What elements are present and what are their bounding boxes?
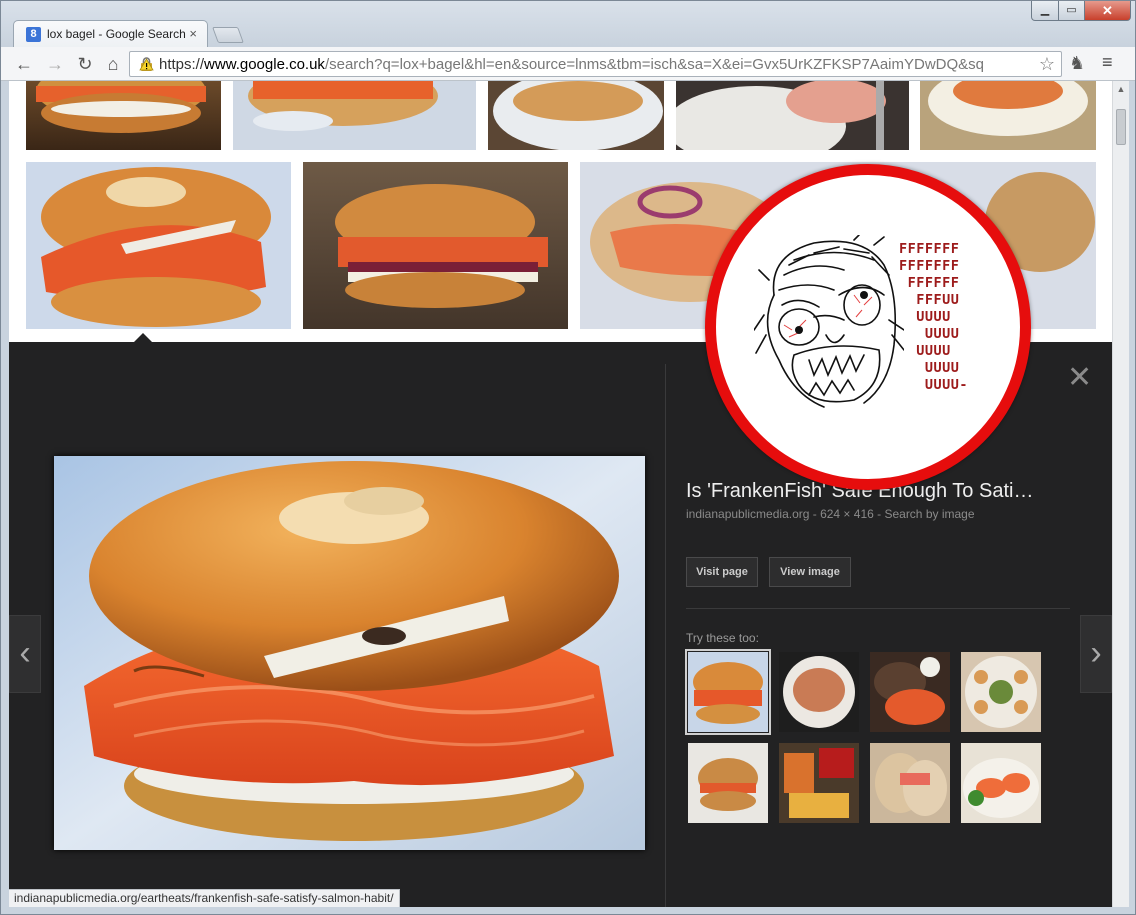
minimize-button[interactable]: ▁ xyxy=(1031,1,1059,21)
related-image[interactable] xyxy=(779,743,859,823)
related-image[interactable] xyxy=(688,743,768,823)
related-image[interactable] xyxy=(870,743,950,823)
minimize-icon: ▁ xyxy=(1040,4,1050,16)
close-window-button[interactable]: ✕ xyxy=(1084,1,1131,21)
detail-meta: indianapublicmedia.org - 624 × 416 - Sea… xyxy=(686,507,975,521)
related-image[interactable] xyxy=(870,652,950,732)
image-result[interactable] xyxy=(233,81,476,150)
rage-caption-line: UUUU xyxy=(899,360,960,376)
close-detail-icon[interactable]: ✕ xyxy=(1067,360,1092,395)
rage-face-overlay: FFFFFFF FFFFFFF FFFFFF FFFUU UUUU UUUU U… xyxy=(705,164,1031,490)
address-bar[interactable]: https://www.google.co.uk/search?q=lox+ba… xyxy=(129,51,1062,77)
back-icon[interactable]: ← xyxy=(13,53,35,75)
url-scheme: https:// xyxy=(159,56,205,73)
related-image[interactable] xyxy=(961,743,1041,823)
rage-caption-line: UUUU- xyxy=(899,377,969,393)
tab-title: lox bagel - Google Search xyxy=(47,27,186,41)
url-path: /search?q=lox+bagel&hl=en&source=lnms&tb… xyxy=(324,56,984,73)
maximize-button[interactable]: ▭ xyxy=(1058,1,1085,21)
try-these-label: Try these too: xyxy=(686,631,759,645)
vertical-scrollbar[interactable]: ▲ xyxy=(1112,81,1129,907)
image-result[interactable] xyxy=(488,81,664,150)
related-image-selected[interactable] xyxy=(685,649,771,735)
rage-caption-line: UUUU xyxy=(899,309,951,325)
chrome-menu-icon[interactable]: ≡ xyxy=(1102,52,1113,73)
new-tab-button[interactable] xyxy=(212,27,244,43)
url-host: www.google.co.uk xyxy=(204,56,325,73)
image-result[interactable] xyxy=(676,81,909,150)
maximize-icon: ▭ xyxy=(1066,4,1077,16)
visit-page-button[interactable]: Visit page xyxy=(686,557,758,587)
scroll-up-icon[interactable]: ▲ xyxy=(1113,81,1129,97)
toolbar: ← → ↻ ⌂ https://www.google.co.uk/search?… xyxy=(1,47,1135,81)
detail-separator xyxy=(686,608,1070,609)
image-result[interactable] xyxy=(26,81,221,150)
scrollbar-thumb[interactable] xyxy=(1116,109,1126,145)
status-bar-url: indianapublicmedia.org/eartheats/franken… xyxy=(9,889,400,907)
rage-caption-line: FFFFFFF xyxy=(899,258,960,274)
preview-image[interactable] xyxy=(54,456,645,850)
panel-divider xyxy=(665,364,666,907)
url-text: https://www.google.co.uk/search?q=lox+ba… xyxy=(159,56,1039,73)
tab-strip: 8 lox bagel - Google Search × ▁ ▭ ✕ xyxy=(1,1,1135,47)
home-icon[interactable]: ⌂ xyxy=(102,53,124,75)
tab-lox-bagel[interactable]: 8 lox bagel - Google Search × xyxy=(13,20,208,47)
rage-caption-line: FFFFFFF xyxy=(899,241,960,257)
rage-caption-line: UUUU xyxy=(899,343,951,359)
reload-icon[interactable]: ↻ xyxy=(74,53,96,75)
rage-face-icon xyxy=(754,235,904,408)
image-result-selected[interactable] xyxy=(26,162,291,329)
rage-caption: FFFFFFF FFFFFFF FFFFFF FFFUU UUUU UUUU U… xyxy=(899,241,968,394)
warning-lock-icon xyxy=(139,57,154,71)
extension-icon[interactable]: ♞ xyxy=(1069,53,1085,74)
image-result[interactable] xyxy=(303,162,568,329)
related-image[interactable] xyxy=(961,652,1041,732)
rage-caption-line: FFFFFF xyxy=(899,275,960,291)
forward-icon[interactable]: → xyxy=(44,53,66,75)
next-image-button[interactable]: › xyxy=(1080,615,1112,693)
bookmark-star-icon[interactable]: ☆ xyxy=(1039,54,1055,75)
related-image[interactable] xyxy=(779,652,859,732)
view-image-button[interactable]: View image xyxy=(769,557,851,587)
rage-caption-line: FFFUU xyxy=(899,292,960,308)
google-favicon-icon: 8 xyxy=(26,27,41,42)
rage-caption-line: UUUU xyxy=(899,326,960,342)
image-result[interactable] xyxy=(920,81,1096,150)
previous-image-button[interactable]: ‹ xyxy=(9,615,41,693)
tab-close-icon[interactable]: × xyxy=(189,26,197,41)
browser-window: 8 lox bagel - Google Search × ▁ ▭ ✕ ← → … xyxy=(0,0,1136,915)
